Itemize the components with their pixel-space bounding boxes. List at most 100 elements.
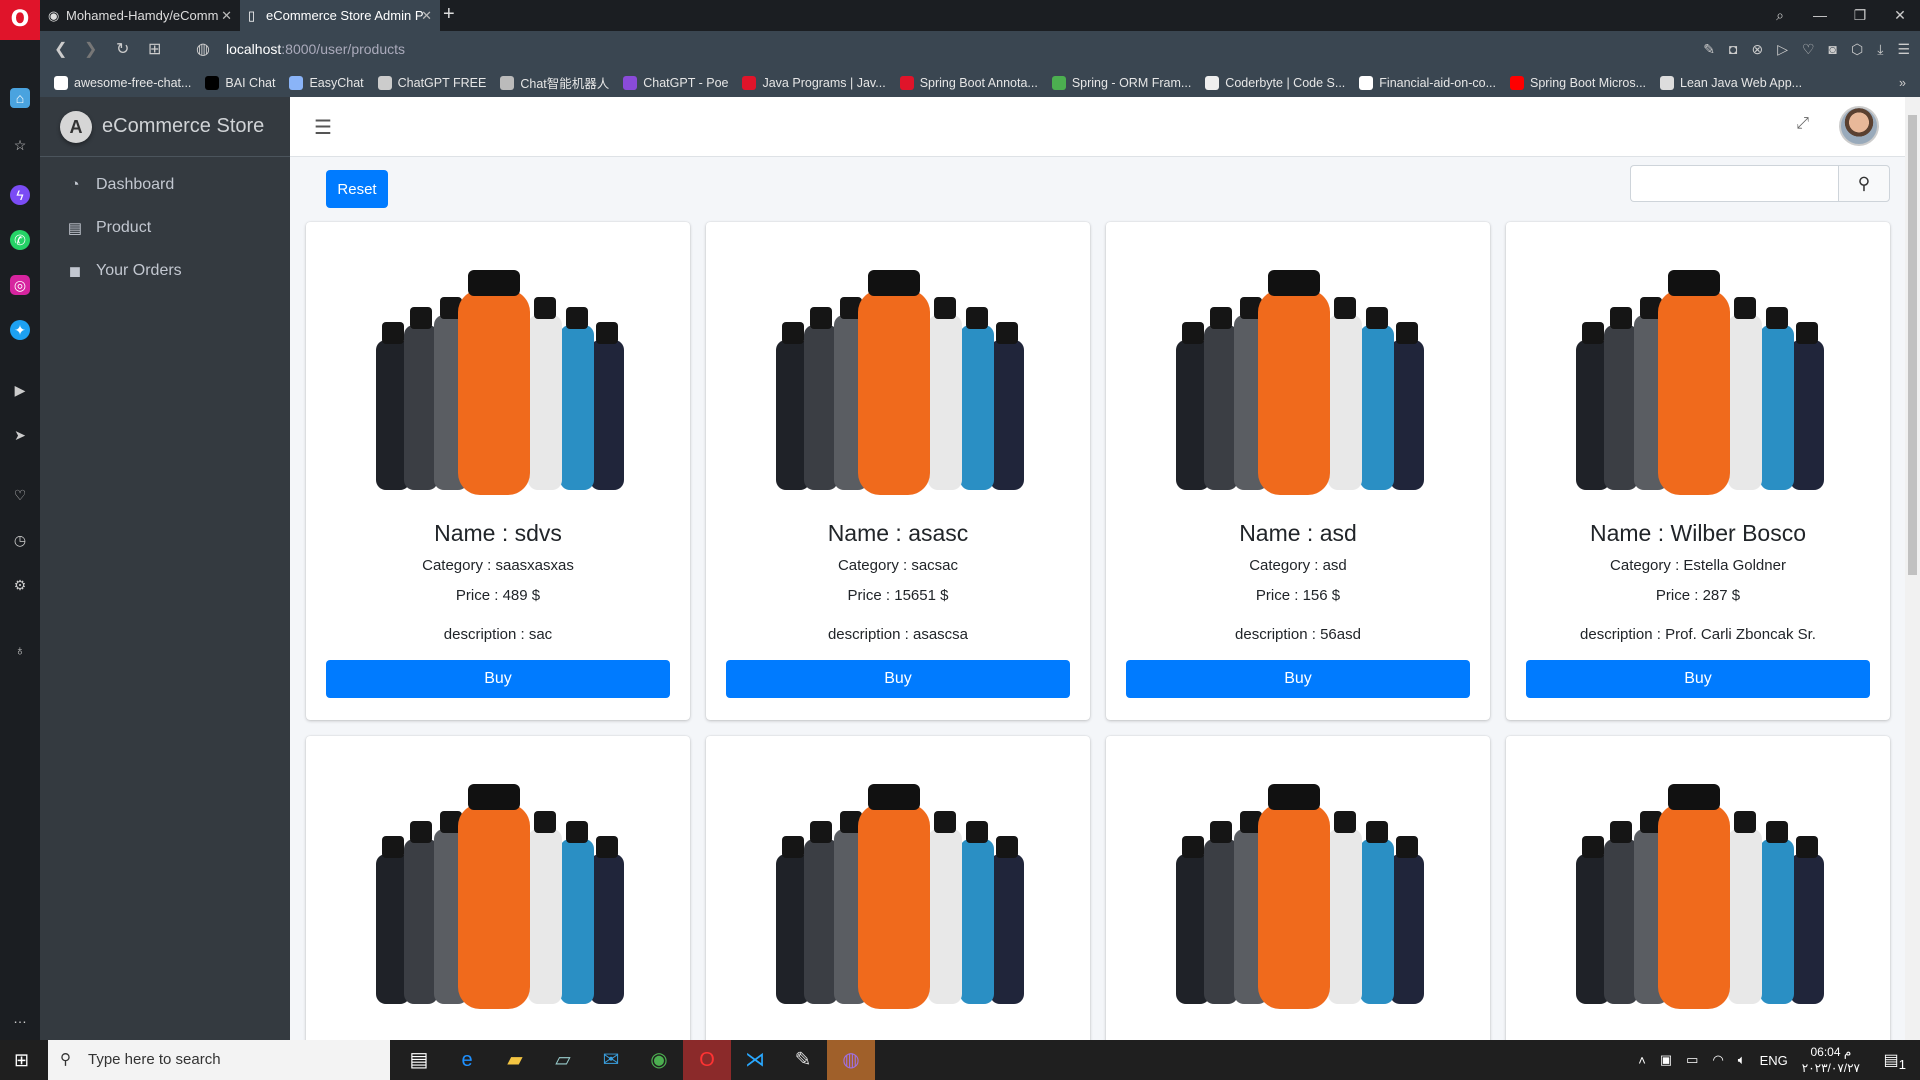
opera-menu-icon[interactable]: O (0, 0, 40, 40)
heart-icon[interactable]: ♡ (10, 485, 30, 505)
paint-icon[interactable]: ✎ (779, 1040, 827, 1080)
notes-icon[interactable]: ▱ (539, 1040, 587, 1080)
adblock-icon[interactable]: ⊗ (1751, 31, 1763, 68)
bookmark-item[interactable]: ChatGPT FREE (377, 75, 486, 90)
tab-github[interactable]: ◉ Mohamed-Hamdy/eComm ✕ (40, 0, 240, 31)
cube-icon[interactable]: ⬡ (1851, 31, 1863, 68)
bookmark-item[interactable]: Coderbyte | Code S... (1205, 75, 1345, 90)
volume-icon[interactable]: 🔈︎ (1738, 1052, 1746, 1068)
easy-setup-icon[interactable]: ☰ (1897, 31, 1910, 68)
sidebar-item-product[interactable]: ▤ Product (40, 206, 290, 249)
sidebar-item-dashboard[interactable]: ◔ Dashboard (40, 163, 290, 206)
product-name: Name : asd (1239, 520, 1357, 546)
taskbar-search[interactable]: ⚲ Type here to search (48, 1040, 390, 1080)
vscode-icon[interactable]: ⋊ (731, 1040, 779, 1080)
more-icon[interactable]: … (10, 1008, 30, 1028)
search-input[interactable] (1630, 165, 1838, 202)
avatar[interactable] (1839, 106, 1879, 146)
buy-button[interactable]: Buy (1126, 660, 1470, 698)
tray-chevron-icon[interactable]: ˄ (1638, 1053, 1646, 1068)
twitter-icon[interactable]: ✦ (10, 320, 30, 340)
more-bookmarks-icon[interactable]: » (1899, 76, 1906, 90)
product-image (776, 784, 1024, 1009)
github-desktop-icon[interactable]: ◍ (827, 1040, 875, 1080)
bookmark-item[interactable]: EasyChat (289, 75, 364, 90)
url-field[interactable]: localhost:8000/user/products (226, 31, 405, 68)
battery-icon[interactable]: ▭ (1686, 1052, 1698, 1068)
product-price: Price : 156 $ (1255, 587, 1341, 604)
bookmark-favicon-icon (742, 75, 757, 90)
file-explorer-icon[interactable]: ▰ (491, 1040, 539, 1080)
product-price: Price : 287 $ (1655, 587, 1741, 604)
instagram-icon[interactable]: ◎ (10, 275, 30, 295)
product-card: Name : Wilber Bosco Category : Estella G… (1506, 222, 1890, 720)
forward-icon[interactable]: ❯ (84, 31, 97, 68)
send-icon[interactable]: ▷ (1777, 31, 1788, 68)
settings-icon[interactable]: ⚙ (10, 575, 30, 595)
sidebar-item-your-orders[interactable]: ◼ Your Orders (40, 249, 290, 292)
task-view-icon[interactable]: ▤ (395, 1040, 443, 1080)
minimize-button[interactable]: — (1800, 0, 1840, 31)
send-icon[interactable]: ➤ (10, 425, 30, 445)
tips-icon[interactable]: ♁ (10, 640, 30, 660)
bookmark-favicon-icon (899, 75, 914, 90)
brand[interactable]: AeCommerce Store (40, 97, 290, 157)
scrollbar-thumb[interactable] (1908, 115, 1917, 575)
product-category: Category : sacsac (837, 557, 959, 574)
whatsapp-icon[interactable]: ✆ (10, 230, 30, 250)
mail-icon[interactable]: ✉ (587, 1040, 635, 1080)
bookmark-item[interactable]: Spring Boot Micros... (1510, 75, 1646, 90)
fullscreen-icon[interactable]: ⤢ (1796, 115, 1809, 133)
buy-button[interactable]: Buy (326, 660, 670, 698)
buy-button[interactable]: Buy (1526, 660, 1870, 698)
star-icon[interactable]: ☆ (10, 135, 30, 155)
buy-button[interactable]: Buy (726, 660, 1070, 698)
player-icon[interactable]: ▶ (10, 380, 30, 400)
bookmark-item[interactable]: ChatGPT - Poe (623, 75, 728, 90)
product-card: Name : asd Category : asd Price : 156 $ … (1106, 222, 1490, 720)
windows-start-icon[interactable]: ⊞ (14, 1050, 29, 1071)
language-indicator[interactable]: ENG (1760, 1053, 1788, 1068)
edge-icon[interactable]: e (443, 1040, 491, 1080)
camera-icon[interactable]: ◘ (1729, 31, 1737, 68)
search-tabs-icon[interactable]: ⌕ (1760, 0, 1800, 31)
product-description: description : sac (443, 626, 553, 643)
search-button[interactable]: ⚲ (1838, 165, 1890, 202)
snapshot-icon[interactable]: ◙ (1829, 31, 1837, 68)
edit-icon[interactable]: ✎ (1703, 31, 1715, 68)
product-card (306, 736, 690, 1056)
chrome-icon[interactable]: ◉ (635, 1040, 683, 1080)
bookmark-item[interactable]: Java Programs | Jav... (742, 75, 886, 90)
back-icon[interactable]: ❮ (54, 31, 67, 68)
home-icon[interactable]: ⌂ (10, 88, 30, 108)
clock[interactable]: 06:04 م ٢٠٢٣/٠٧/٢٧ (1802, 1044, 1860, 1076)
bookmark-item[interactable]: Chat智能机器人 (500, 73, 609, 92)
bookmark-item[interactable]: Financial-aid-on-co... (1359, 75, 1496, 90)
reset-button[interactable]: Reset (326, 170, 388, 208)
bookmark-item[interactable]: Spring - ORM Fram... (1051, 75, 1191, 90)
bookmark-item[interactable]: BAI Chat (205, 75, 275, 90)
bookmark-item[interactable]: Lean Java Web App... (1660, 75, 1802, 90)
messenger-icon[interactable]: ϟ (10, 185, 30, 205)
menu-toggle-icon[interactable]: ☰ (314, 115, 332, 140)
bookmark-item[interactable]: Spring Boot Annota... (899, 75, 1038, 90)
bookmark-item[interactable]: awesome-free-chat... (54, 75, 191, 90)
restore-button[interactable]: ❐ (1840, 0, 1880, 31)
page-scrollbar[interactable] (1905, 97, 1920, 1040)
close-tab-icon[interactable]: ✕ (221, 0, 232, 31)
download-icon[interactable]: ⤓ (1877, 31, 1883, 68)
notifications-icon[interactable]: ▤1 (1883, 1050, 1906, 1072)
product-card (706, 736, 1090, 1056)
tabs-grid-icon[interactable]: ⊞ (148, 31, 161, 68)
wifi-icon[interactable]: ◠ (1712, 1052, 1723, 1068)
close-tab-icon[interactable]: ✕ (421, 0, 432, 31)
reload-icon[interactable]: ↻ (116, 31, 129, 68)
close-window-button[interactable]: ✕ (1880, 0, 1920, 31)
heart-icon[interactable]: ♡ (1802, 31, 1815, 68)
screen-icon[interactable]: ▣ (1660, 1052, 1672, 1068)
tab-ecommerce[interactable]: ▯ eCommerce Store Admin P ✕ (240, 0, 440, 31)
page-icon: ▯ (248, 8, 256, 23)
history-icon[interactable]: ◷ (10, 530, 30, 550)
new-tab-button[interactable]: + (443, 0, 455, 29)
opera-icon[interactable]: O (683, 1040, 731, 1080)
